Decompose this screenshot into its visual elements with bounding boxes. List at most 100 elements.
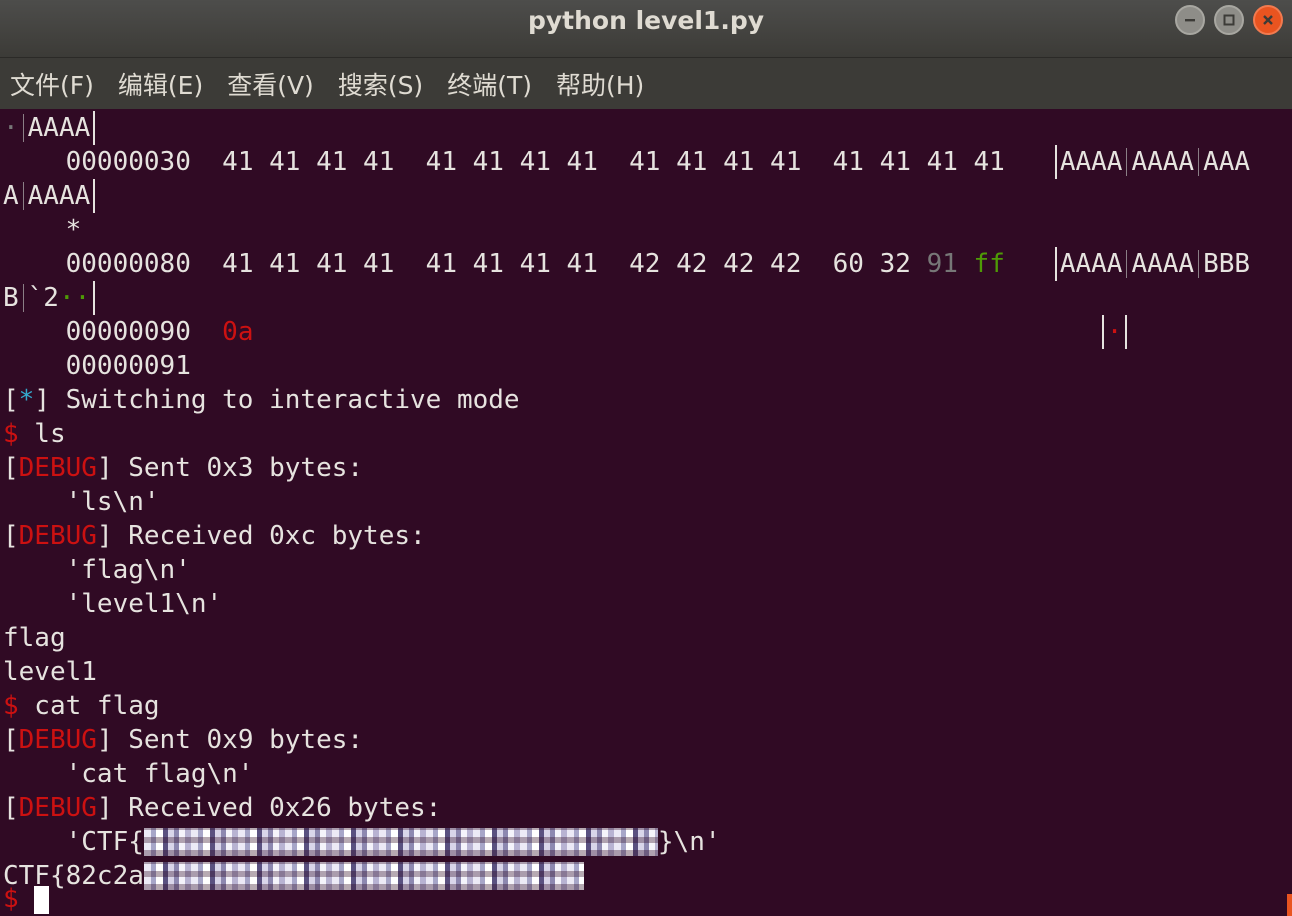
- hexdump-wrap-line: B `2··: [3, 281, 98, 315]
- ascii-group: AAAA: [27, 181, 91, 211]
- repeat-star: *: [65, 215, 82, 245]
- hexdump-end-line: 00000091: [3, 349, 191, 383]
- menu-view[interactable]: 查看(V): [215, 66, 326, 102]
- bracket: [: [3, 453, 19, 483]
- menu-help[interactable]: 帮助(H): [544, 66, 656, 102]
- nonprintable-dots: ··: [58, 283, 91, 313]
- bracket: [: [3, 725, 19, 755]
- ascii-separator: [1198, 148, 1200, 176]
- terminal-output[interactable]: · AAAA 00000030 41 41 41 41 41 41 41 41 4…: [0, 110, 1292, 916]
- nonprintable-dot: ·: [1106, 317, 1123, 347]
- flag-prefix: 'CTF{: [3, 827, 144, 857]
- ascii-group: AAAA: [1059, 249, 1123, 279]
- scrollbar-indicator[interactable]: [1287, 894, 1292, 916]
- ascii-separator: [1198, 250, 1200, 278]
- command-text: cat flag: [18, 691, 160, 721]
- menu-edit[interactable]: 编辑(E): [106, 66, 215, 102]
- redacted-flag-block: [143, 828, 658, 856]
- maximize-icon: [1223, 14, 1235, 26]
- minimize-button[interactable]: [1175, 5, 1205, 35]
- bracket: [: [3, 385, 19, 415]
- debug-payload-line: 'ls\n': [3, 487, 160, 517]
- ascii-group: AAAA: [27, 113, 91, 143]
- prompt-line: $: [3, 882, 50, 916]
- output-line: level1: [3, 657, 97, 687]
- ascii-separator: [22, 284, 24, 312]
- close-button[interactable]: [1253, 5, 1283, 35]
- ascii-separator: [22, 182, 24, 210]
- ascii-group: AAA: [1203, 147, 1251, 177]
- hex-offset: 00000090: [65, 317, 191, 347]
- ascii-separator: [22, 114, 24, 142]
- terminal-window: python level1.py 文件(F) 编辑(E) 查看(V) 搜索(S)…: [0, 0, 1292, 916]
- ascii-border: [1054, 145, 1057, 179]
- redacted-flag-block: [143, 862, 584, 890]
- command-text: ls: [18, 419, 66, 449]
- flag-payload-line: 'CTF{ }\n': [3, 825, 721, 859]
- hexdump-repeat-line: *: [3, 213, 82, 247]
- hex-byte-dim: 91: [926, 249, 958, 279]
- output-line: flag: [3, 623, 66, 653]
- debug-tag: DEBUG: [18, 453, 97, 483]
- hex-byte-newline: 0a: [222, 317, 254, 347]
- hex-offset: 00000030: [65, 147, 191, 177]
- hex-byte-green: ff: [973, 249, 1005, 279]
- ascii-border: [93, 111, 96, 145]
- hexdump-line: 00000030 41 41 41 41 41 41 41 41 41 41 4…: [3, 145, 1250, 179]
- debug-payload-line: 'flag\n': [3, 555, 191, 585]
- prompt-line: $ cat flag: [3, 689, 160, 723]
- minimize-icon: [1185, 19, 1195, 22]
- ascii-separator: [1126, 250, 1128, 278]
- flag-suffix: }\n': [657, 827, 721, 857]
- hex-offset: 00000091: [65, 351, 191, 381]
- debug-message: ] Received 0x26 bytes:: [96, 793, 442, 823]
- ascii-group: BBB: [1203, 249, 1251, 279]
- title-bar[interactable]: python level1.py: [0, 0, 1292, 58]
- ascii-group: AAAA: [1059, 147, 1123, 177]
- debug-tag: DEBUG: [18, 521, 97, 551]
- flag-output-line: CTF{82c2a: [3, 859, 584, 893]
- menu-bar: 文件(F) 编辑(E) 查看(V) 搜索(S) 终端(T) 帮助(H): [0, 58, 1292, 109]
- prompt-line: $ ls: [3, 417, 66, 451]
- menu-search[interactable]: 搜索(S): [326, 66, 435, 102]
- debug-line: [DEBUG] Sent 0x9 bytes:: [3, 723, 363, 757]
- debug-line: [DEBUG] Received 0x26 bytes:: [3, 791, 441, 825]
- ascii-border: [1125, 315, 1128, 349]
- menu-terminal[interactable]: 终端(T): [435, 66, 544, 102]
- ascii-border: [93, 179, 96, 213]
- hexdump-tail-line: · AAAA: [3, 111, 98, 145]
- bracket: [: [3, 793, 19, 823]
- hex-bytes: 41 41 41 41 41 41 41 41 42 42 42 42 60 3…: [222, 249, 911, 279]
- ascii-group: AAAA: [1131, 249, 1195, 279]
- ascii-group: A: [3, 181, 19, 211]
- ascii-group: AAAA: [1131, 147, 1195, 177]
- debug-message: ] Sent 0x3 bytes:: [96, 453, 364, 483]
- hexdump-line: 00000090 0a ·: [3, 315, 1130, 349]
- bracket: [: [3, 521, 19, 551]
- menu-file[interactable]: 文件(F): [0, 66, 106, 102]
- window-title: python level1.py: [527, 6, 765, 35]
- debug-payload-line: 'cat flag\n': [3, 759, 254, 789]
- nonprintable-dot: ·: [3, 113, 19, 143]
- debug-message: ] Received 0xc bytes:: [96, 521, 426, 551]
- info-message: ] Switching to interactive mode: [34, 385, 520, 415]
- debug-tag: DEBUG: [18, 725, 97, 755]
- debug-line: [DEBUG] Sent 0x3 bytes:: [3, 451, 363, 485]
- text-cursor: [34, 886, 50, 914]
- debug-tag: DEBUG: [18, 793, 97, 823]
- hexdump-line: 00000080 41 41 41 41 41 41 41 41 42 42 4…: [3, 247, 1250, 281]
- ascii-border: [1054, 247, 1057, 281]
- info-line: [*] Switching to interactive mode: [3, 383, 520, 417]
- ascii-border: [93, 281, 96, 315]
- debug-line: [DEBUG] Received 0xc bytes:: [3, 519, 426, 553]
- maximize-button[interactable]: [1214, 5, 1244, 35]
- prompt-symbol: $: [3, 419, 19, 449]
- ascii-separator: [1126, 148, 1128, 176]
- ascii-border: [1101, 315, 1104, 349]
- prompt-symbol: $: [3, 884, 19, 914]
- ascii-group: `2: [27, 283, 59, 313]
- close-icon: [1263, 15, 1273, 25]
- prompt-symbol: $: [3, 691, 19, 721]
- hex-bytes: 41 41 41 41 41 41 41 41 41 41 41 41 41 4…: [222, 147, 1005, 177]
- info-star: *: [18, 385, 35, 415]
